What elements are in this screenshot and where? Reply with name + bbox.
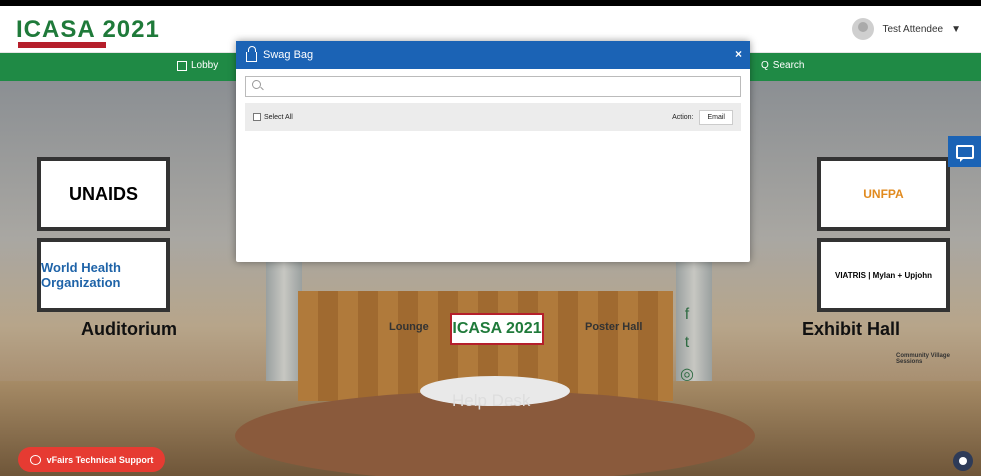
- facebook-icon[interactable]: f: [676, 306, 698, 328]
- logo-subtitle-bar: [18, 42, 106, 48]
- swag-bag-modal: Swag Bag × Select All Action: Email: [236, 41, 750, 262]
- poster-hall-label[interactable]: Poster Hall: [585, 321, 642, 333]
- modal-header: Swag Bag ×: [236, 41, 750, 69]
- top-strip: [0, 0, 981, 6]
- community-label[interactable]: Community Village Sessions: [896, 353, 956, 365]
- search-icon: [252, 80, 261, 89]
- support-button[interactable]: vFairs Technical Support: [18, 447, 165, 472]
- auditorium-label[interactable]: Auditorium: [81, 319, 177, 340]
- banner-text: UNFPA: [863, 187, 904, 201]
- close-icon[interactable]: ×: [735, 47, 742, 61]
- banner-text: UNAIDS: [68, 183, 138, 204]
- modal-title: Swag Bag: [263, 49, 314, 61]
- nav-item-label: Search: [772, 60, 805, 71]
- banner-viatris[interactable]: VIATRIS | Mylan + Upjohn: [817, 238, 950, 312]
- banner-who[interactable]: World Health Organization: [37, 238, 170, 312]
- banner-text: VIATRIS | Mylan + Upjohn: [835, 270, 932, 280]
- checkbox-box[interactable]: [253, 113, 261, 121]
- chevron-down-icon: ▼: [951, 23, 961, 35]
- banner-unaids[interactable]: UNAIDS: [37, 157, 170, 231]
- select-all-label: Select All: [264, 113, 293, 121]
- chat-icon: [955, 144, 974, 162]
- nav-item-label: Lobby: [191, 60, 219, 71]
- exhibit-hall-label[interactable]: Exhibit Hall: [802, 319, 900, 340]
- instagram-icon[interactable]: ◎: [676, 364, 698, 386]
- avatar: [852, 18, 875, 40]
- help-desk-label[interactable]: Help Desk: [452, 391, 530, 411]
- banner-text: World Health Organization: [41, 260, 121, 290]
- user-name: Test Attendee: [882, 23, 944, 35]
- search-input[interactable]: [268, 81, 732, 93]
- action-group: Action: Email: [672, 109, 733, 125]
- twitter-icon[interactable]: t: [676, 334, 698, 356]
- banner-unfpa[interactable]: UNFPA: [817, 157, 950, 231]
- chat-button[interactable]: [948, 136, 981, 167]
- nav-item-lobby[interactable]: Lobby: [177, 60, 218, 71]
- bag-icon: [246, 46, 257, 62]
- nav-item-search[interactable]: Q Search: [761, 60, 804, 71]
- lounge-label[interactable]: Lounge: [389, 321, 429, 333]
- user-menu[interactable]: Test Attendee ▼: [852, 18, 961, 40]
- email-button[interactable]: Email: [699, 109, 733, 125]
- support-label: vFairs Technical Support: [46, 454, 154, 465]
- chat-bubble-icon: [29, 454, 41, 465]
- center-logo-banner: ICASA 2021: [450, 313, 544, 345]
- action-label: Action:: [672, 113, 694, 121]
- center-logo-text: ICASA 2021: [452, 320, 542, 337]
- cookie-settings-icon[interactable]: [953, 451, 973, 471]
- search-icon: Q: [761, 60, 769, 71]
- search-box: [245, 76, 741, 97]
- lobby-icon: [177, 60, 187, 71]
- event-logo[interactable]: ICASA 2021: [16, 16, 160, 44]
- select-all-checkbox[interactable]: Select All: [253, 113, 293, 121]
- modal-toolbar: Select All Action: Email: [245, 103, 741, 131]
